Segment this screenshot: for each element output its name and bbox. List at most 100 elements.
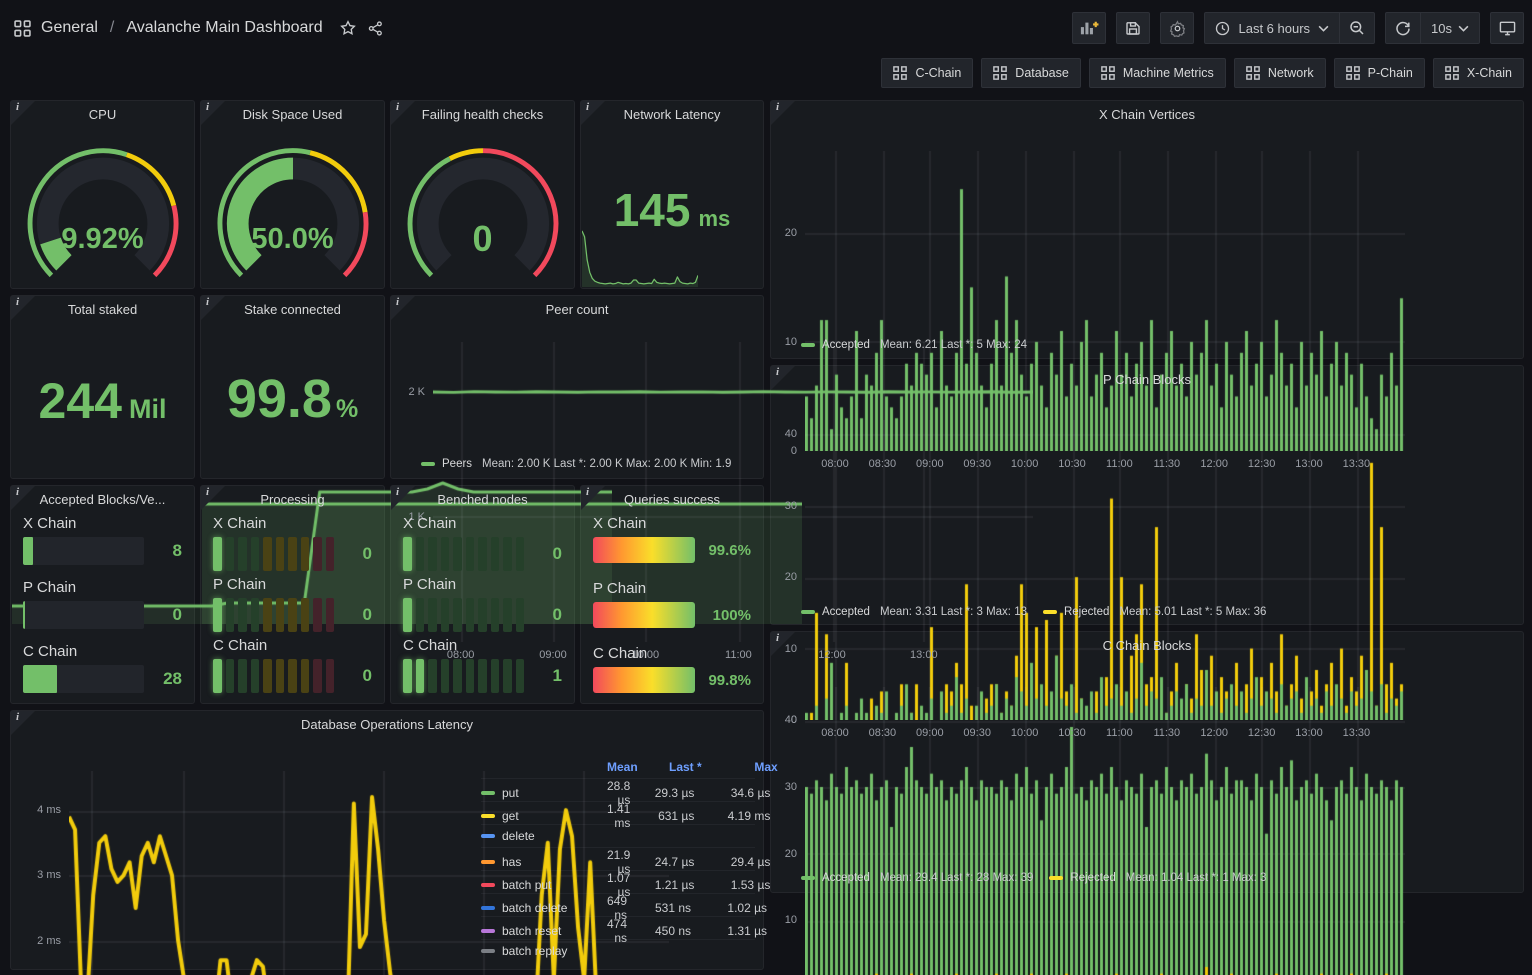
legend-series-label[interactable]: Rejected xyxy=(1064,606,1109,618)
x-axis-tick-label: 08:00 xyxy=(821,727,849,739)
legend-stat-value: 1.02 µs xyxy=(693,901,769,915)
panel-title[interactable]: Total staked xyxy=(37,296,168,323)
panel-title[interactable]: CPU xyxy=(37,101,168,128)
legend-series-label[interactable]: batch replay xyxy=(481,944,607,958)
save-dashboard-button[interactable] xyxy=(1116,12,1150,44)
lcd-gauge xyxy=(403,598,524,632)
dashboard-link-c-chain[interactable]: C-Chain xyxy=(881,58,973,88)
lcd-segment xyxy=(516,537,525,571)
lcd-gauge xyxy=(403,659,524,693)
panel-info-icon[interactable]: i xyxy=(581,101,605,125)
panel-info-icon[interactable]: i xyxy=(391,101,415,125)
legend-series-label[interactable]: has xyxy=(481,855,607,869)
gradient-bar xyxy=(593,537,695,563)
dashboard-grid-icon xyxy=(893,66,907,80)
legend-table-column[interactable]: Max xyxy=(704,760,780,774)
legend-series-label[interactable]: batch delete xyxy=(481,901,607,915)
lcd-gauge-row: X Chain 0 xyxy=(403,515,562,571)
panel-title[interactable]: Disk Space Used xyxy=(227,101,358,128)
network-latency-sparkline[interactable] xyxy=(582,229,698,287)
lcd-segment xyxy=(251,659,260,693)
legend-series-stats: Mean: 2.00 K Last *: 2.00 K Max: 2.00 K … xyxy=(482,458,731,470)
x-axis-tick-label: 11:30 xyxy=(1153,458,1180,470)
legend-series-label[interactable]: batch reset xyxy=(481,924,607,938)
legend-series-label[interactable]: batch put xyxy=(481,878,607,892)
y-axis-tick-label: 30 xyxy=(785,781,797,793)
lcd-segment xyxy=(288,598,297,632)
panel-title[interactable]: Benched nodes xyxy=(417,486,548,513)
panel-title[interactable]: P Chain Blocks xyxy=(797,366,1497,393)
panel-info-icon[interactable]: i xyxy=(201,486,225,510)
dashboard-link-network[interactable]: Network xyxy=(1234,58,1326,88)
panel-info-icon[interactable]: i xyxy=(201,296,225,320)
legend-series-label[interactable]: put xyxy=(481,786,607,800)
grafana-dashboard: General / Avalanche Main Dashboard xyxy=(0,0,1532,975)
chart-legend: AcceptedMean: 6.21 Last *: 5 Max: 24 xyxy=(801,339,1027,351)
legend-stat-value: 531 ns xyxy=(629,901,693,915)
stake-connected-value: 99.8% xyxy=(201,372,384,426)
add-panel-button[interactable] xyxy=(1072,12,1106,44)
panel-info-icon[interactable]: i xyxy=(771,366,795,390)
legend-series-color-chip xyxy=(1049,876,1063,880)
zoom-out-button[interactable] xyxy=(1339,13,1374,43)
legend-series-label[interactable]: Accepted xyxy=(822,606,870,618)
lcd-segment xyxy=(213,598,222,632)
lcd-gauge-row: C Chain 0 xyxy=(213,637,372,693)
panel-title[interactable]: Database Operations Latency xyxy=(37,711,737,738)
panel-info-icon[interactable]: i xyxy=(11,296,35,320)
panel-title[interactable]: Processing xyxy=(227,486,358,513)
panel-title[interactable]: X Chain Vertices xyxy=(797,101,1497,128)
legend-stat-value: 1.41 ms xyxy=(607,802,632,830)
refresh-button[interactable] xyxy=(1386,13,1420,43)
time-range-picker[interactable]: Last 6 hours xyxy=(1205,13,1339,43)
panel-info-icon[interactable]: i xyxy=(771,101,795,125)
panel-network-latency: i Network Latency 145ms xyxy=(580,100,764,289)
legend-table-column[interactable]: Mean xyxy=(607,760,640,774)
panel-title[interactable]: Peer count xyxy=(417,296,737,323)
legend-series-label[interactable]: Rejected xyxy=(1070,872,1115,884)
cycle-view-mode-button[interactable] xyxy=(1490,12,1524,44)
lcd-segment xyxy=(276,659,285,693)
health-gauge xyxy=(391,129,574,284)
panel-info-icon[interactable]: i xyxy=(11,101,35,125)
star-icon[interactable] xyxy=(339,19,357,37)
legend-table-column[interactable]: Last * xyxy=(640,760,704,774)
panel-title[interactable]: C Chain Blocks xyxy=(797,632,1497,659)
lcd-segment xyxy=(238,598,247,632)
lcd-segment xyxy=(263,598,272,632)
dashboard-link-database[interactable]: Database xyxy=(981,58,1081,88)
dashboard-link-machine-metrics[interactable]: Machine Metrics xyxy=(1089,58,1226,88)
chevron-down-icon xyxy=(1318,25,1329,32)
legend-series-label[interactable]: get xyxy=(481,809,607,823)
x-chain-vertices-chart[interactable] xyxy=(805,151,1405,451)
apps-grid-icon[interactable] xyxy=(14,20,31,37)
share-icon[interactable] xyxy=(367,20,384,37)
panel-info-icon[interactable]: i xyxy=(201,101,225,125)
legend-series-label[interactable]: delete xyxy=(481,829,607,843)
panel-info-icon[interactable]: i xyxy=(391,486,415,510)
db-latency-legend-table: MeanLast *Maxput28.8 µs29.3 µs34.6 µsget… xyxy=(481,755,755,967)
panel-title[interactable]: Network Latency xyxy=(607,101,737,128)
panel-info-icon[interactable]: i xyxy=(391,296,415,320)
legend-series-label[interactable]: Accepted xyxy=(822,339,870,351)
lcd-segment xyxy=(441,659,450,693)
dashboard-settings-button[interactable] xyxy=(1160,12,1194,44)
panel-title[interactable]: Accepted Blocks/Ve... xyxy=(37,486,168,513)
panel-title[interactable]: Failing health checks xyxy=(417,101,548,128)
panel-info-icon[interactable]: i xyxy=(11,486,35,510)
breadcrumb-dashboard-title[interactable]: Avalanche Main Dashboard xyxy=(126,19,322,37)
dashboard-link-x-chain[interactable]: X-Chain xyxy=(1433,58,1524,88)
panel-title[interactable]: Stake connected xyxy=(227,296,358,323)
lcd-segment xyxy=(441,598,450,632)
dashboard-link-p-chain[interactable]: P-Chain xyxy=(1334,58,1425,88)
legend-table-row: get1.41 ms631 µs4.19 ms xyxy=(481,801,755,824)
lcd-segment xyxy=(491,598,500,632)
breadcrumb-folder[interactable]: General xyxy=(41,19,98,37)
legend-series-label[interactable]: Peers xyxy=(442,458,472,470)
panel-info-icon[interactable]: i xyxy=(581,486,605,510)
refresh-interval-picker[interactable]: 10s xyxy=(1420,13,1479,43)
panel-info-icon[interactable]: i xyxy=(771,632,795,656)
panel-info-icon[interactable]: i xyxy=(11,711,35,735)
panel-title[interactable]: Queries success xyxy=(607,486,737,513)
legend-series-label[interactable]: Accepted xyxy=(822,872,870,884)
